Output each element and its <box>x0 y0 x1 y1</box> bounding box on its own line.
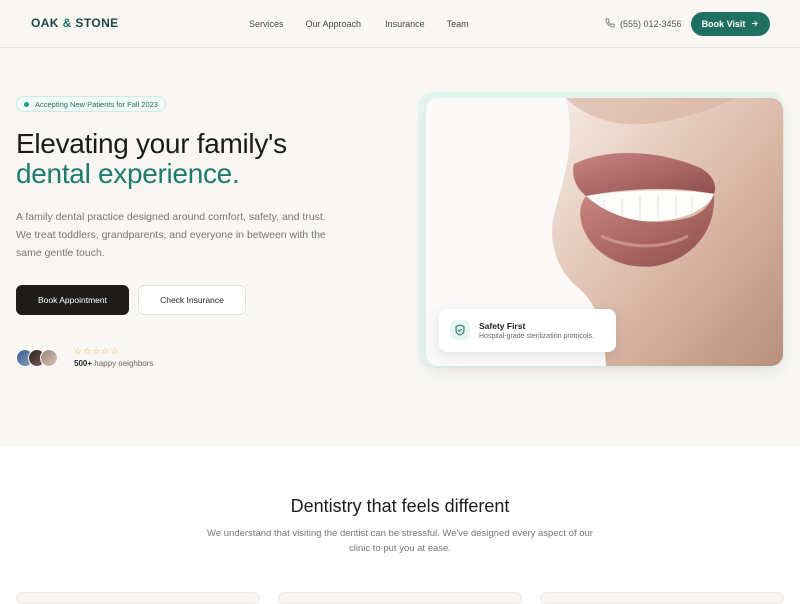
section-subtitle: We understand that visiting the dentist … <box>207 528 593 554</box>
logo[interactable]: OAK & STONE <box>31 16 119 30</box>
avatar <box>40 349 58 367</box>
nav-link-services[interactable]: Services <box>249 19 284 29</box>
star-icon: ☆ <box>83 346 92 356</box>
safety-title: Safety First <box>479 321 526 331</box>
logo-amp: & <box>62 16 72 30</box>
badge-text: Accepting New Patients for Fall 2023 <box>35 99 158 109</box>
hero-headline: Elevating your family's dental experienc… <box>16 129 287 189</box>
phone-link[interactable]: (555) 012-3456 <box>605 18 682 30</box>
new-patients-badge: Accepting New Patients for Fall 2023 <box>16 96 166 112</box>
safety-card: Safety First Hospital-grade sterilizatio… <box>439 309 616 352</box>
hero-lead: A family dental practice designed around… <box>16 211 326 259</box>
social-count: 500+ <box>74 359 93 368</box>
headline-line-2: dental experience. <box>16 158 240 189</box>
feature-card <box>16 592 260 604</box>
social-proof: 500+ happy neighbors <box>74 359 153 368</box>
headline-line-1: Elevating your family's <box>16 128 287 159</box>
social-text: happy neighbors <box>94 359 154 368</box>
nav-link-team[interactable]: Team <box>447 19 469 29</box>
hero-section: Accepting New Patients for Fall 2023 Ele… <box>0 48 800 446</box>
phone-number: (555) 012-3456 <box>620 19 682 29</box>
book-visit-button[interactable]: Book Visit <box>691 12 770 36</box>
star-icon: ☆ <box>92 346 101 356</box>
rating-stars: ☆ ☆ ☆ ☆ ☆ <box>74 347 118 356</box>
logo-left: OAK <box>31 16 59 30</box>
safety-subtitle: Hospital-grade sterilization protocols. <box>479 333 594 340</box>
star-icon: ☆ <box>74 346 83 356</box>
arrow-right-icon <box>750 19 759 30</box>
nav-link-insurance[interactable]: Insurance <box>385 19 425 29</box>
badge-dot-icon <box>24 101 29 107</box>
shield-icon <box>450 320 470 340</box>
section-title: Dentistry that feels different <box>290 496 510 516</box>
check-insurance-button[interactable]: Check Insurance <box>138 285 246 315</box>
star-icon: ☆ <box>101 346 110 356</box>
star-icon: ☆ <box>110 346 119 356</box>
features-section: Dentistry that feels different We unders… <box>0 446 800 604</box>
book-appointment-button[interactable]: Book Appointment <box>16 285 129 315</box>
nav-links: Services Our Approach Insurance Team <box>249 19 491 29</box>
nav-link-our-approach[interactable]: Our Approach <box>306 19 362 29</box>
logo-right: STONE <box>75 16 119 30</box>
book-visit-label: Book Visit <box>701 19 746 29</box>
feature-card <box>278 592 522 604</box>
phone-icon <box>605 18 615 30</box>
feature-card <box>540 592 784 604</box>
top-nav: OAK & STONE Services Our Approach Insura… <box>0 0 800 48</box>
patient-avatars <box>16 349 58 367</box>
